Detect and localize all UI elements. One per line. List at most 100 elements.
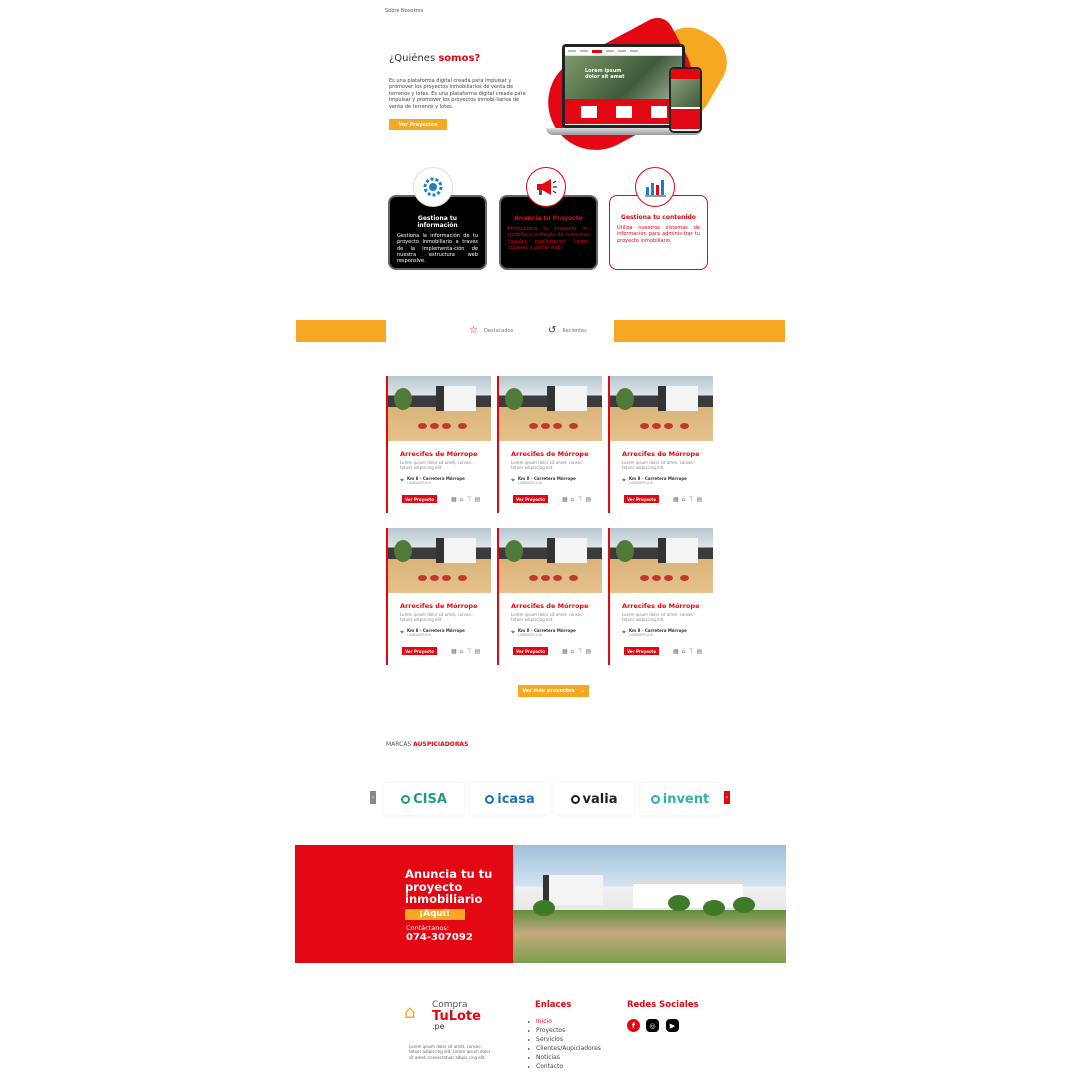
sponsor-mark-icon xyxy=(650,794,660,804)
youtube-icon[interactable]: ▶ xyxy=(666,1019,679,1032)
breadcrumb[interactable]: Sobre Nosotros xyxy=(385,8,423,14)
project-image xyxy=(388,528,491,593)
view-project-button[interactable]: Ver Proyecto xyxy=(624,495,659,503)
cta-contact-label: Contáctanos: xyxy=(406,924,449,932)
feature-title: Gestiona tu información xyxy=(417,215,458,229)
project-image xyxy=(610,376,713,441)
footer-logo[interactable]: ⌂ Compra TuLote .pe xyxy=(404,1000,494,1034)
amenities-icons: ▦⌂⊤▤ xyxy=(450,647,484,655)
footer-link-servicios[interactable]: Servicios xyxy=(528,1035,601,1044)
tab-recent[interactable]: ↺ Recientes xyxy=(548,325,587,336)
tab-bar-decoration-right xyxy=(614,320,785,342)
footer-link-contacto[interactable]: Contacto xyxy=(528,1062,601,1071)
cta-here-badge[interactable]: ¡Aquí! xyxy=(405,909,465,920)
project-title: Arrecifes de Mórrope xyxy=(622,602,700,610)
project-title: Arrecifes de Mórrope xyxy=(511,450,589,458)
project-image xyxy=(610,528,713,593)
view-projects-button[interactable]: Ver Proyectos xyxy=(389,119,447,130)
project-title: Arrecifes de Mórrope xyxy=(511,602,589,610)
instagram-icon[interactable]: ◎ xyxy=(646,1019,659,1032)
more-projects-label: Ver más proyectos xyxy=(522,688,575,694)
project-region: LAMBAYEQUE xyxy=(517,481,542,485)
project-card[interactable]: Arrecifes de Mórrope Lorem ipsum dolor si… xyxy=(608,376,713,513)
more-projects-button[interactable]: Ver más proyectos ⌄ xyxy=(518,685,589,697)
sponsor-mark-icon xyxy=(570,794,580,804)
sponsor-logo-valia[interactable]: valia xyxy=(554,783,634,815)
about-title: ¿Quiénes somos? xyxy=(389,53,481,64)
project-region: LAMBAYEQUE xyxy=(406,633,431,637)
project-region: LAMBAYEQUE xyxy=(628,633,653,637)
project-card[interactable]: Arrecifes de Mórrope Lorem ipsum dolor si… xyxy=(608,528,713,665)
view-project-button[interactable]: Ver Proyecto xyxy=(513,647,548,655)
tab-featured-label: Destacados xyxy=(483,327,514,334)
gear-search-icon xyxy=(413,167,453,207)
footer-social-title: Redes Sociales xyxy=(627,1000,699,1010)
tab-featured[interactable]: ☆ Destacados xyxy=(469,325,513,336)
feature-title: Anuncia tu Proyecto xyxy=(514,215,583,222)
view-project-button[interactable]: Ver Proyecto xyxy=(402,647,437,655)
sponsors-title: MARCAS AUSPICIADORAS xyxy=(386,741,469,748)
laptop-mockup: Lorem ipsum dolor sit amet xyxy=(562,44,685,128)
location-pin-icon: ⌖ xyxy=(400,476,404,484)
carousel-prev-arrow[interactable]: ‹ xyxy=(370,791,376,804)
cta-title: Anuncia tu tu proyecto inmobiliario xyxy=(405,867,493,906)
project-image xyxy=(388,376,491,441)
amenities-icons: ▦⌂⊤▤ xyxy=(672,495,706,503)
amenities-icons: ▦⌂⊤▤ xyxy=(561,495,595,503)
history-icon: ↺ xyxy=(548,325,557,336)
amenities-icons: ▦⌂⊤▤ xyxy=(561,647,595,655)
location-pin-icon: ⌖ xyxy=(400,628,404,636)
cta-phone[interactable]: 074-307092 xyxy=(406,932,473,943)
project-card[interactable]: Arrecifes de Mórrope Lorem ipsum dolor si… xyxy=(386,376,491,513)
view-project-button[interactable]: Ver Proyecto xyxy=(624,647,659,655)
sponsor-mark-icon xyxy=(485,794,495,804)
location-pin-icon: ⌖ xyxy=(511,628,515,636)
carousel-next-arrow[interactable]: › xyxy=(724,791,730,804)
chevron-down-icon: ⌄ xyxy=(580,688,585,694)
location-pin-icon: ⌖ xyxy=(622,476,626,484)
feature-text: Gestiona la información de tu proyecto i… xyxy=(397,233,478,265)
sponsor-name: valia xyxy=(582,791,618,807)
megaphone-icon xyxy=(526,167,566,207)
project-region: LAMBAYEQUE xyxy=(517,633,542,637)
amenities-icons: ▦⌂⊤▤ xyxy=(672,647,706,655)
location-pin-icon: ⌖ xyxy=(622,628,626,636)
footer-link-inicio[interactable]: Inicio xyxy=(528,1017,601,1026)
view-project-button[interactable]: Ver Proyecto xyxy=(402,495,437,503)
footer-link-noticias[interactable]: Noticias xyxy=(528,1053,601,1062)
project-description: Lorem ipsum dolor sit amet, consec-tetue… xyxy=(511,460,585,470)
star-icon: ☆ xyxy=(469,325,478,336)
sponsor-name: invent xyxy=(662,791,710,807)
project-card[interactable]: Arrecifes de Mórrope Lorem ipsum dolor si… xyxy=(386,528,491,665)
tab-bar-decoration-left xyxy=(296,320,386,342)
house-cursor-icon: ⌂ xyxy=(404,1002,416,1023)
project-title: Arrecifes de Mórrope xyxy=(400,450,478,458)
project-description: Lorem ipsum dolor sit amet, consec-tetue… xyxy=(511,612,585,622)
footer-link-proyectos[interactable]: Proyectos xyxy=(528,1026,601,1035)
project-title: Arrecifes de Mórrope xyxy=(622,450,700,458)
sponsor-name: icasa xyxy=(497,791,535,807)
tab-recent-label: Recientes xyxy=(562,327,587,334)
project-region: LAMBAYEQUE xyxy=(628,481,653,485)
sponsor-logo-invent[interactable]: invent xyxy=(640,783,720,815)
mockup-headline: Lorem ipsum dolor sit amet xyxy=(585,68,625,80)
sponsor-mark-icon xyxy=(401,794,411,804)
cta-banner-image xyxy=(513,845,786,963)
amenities-icons: ▦⌂⊤▤ xyxy=(450,495,484,503)
sponsor-logo-cisa[interactable]: CISA xyxy=(384,783,464,815)
footer-about: Lorem ipsum dolor sit amet, consec-tetue… xyxy=(409,1044,491,1060)
view-project-button[interactable]: Ver Proyecto xyxy=(513,495,548,503)
sponsor-logo-icasa[interactable]: icasa xyxy=(470,783,550,815)
project-title: Arrecifes de Mórrope xyxy=(400,602,478,610)
footer-link-clientes[interactable]: Clientes/Aupiciadores xyxy=(528,1044,601,1053)
feature-title: Gestiona tu contenido xyxy=(621,214,696,221)
project-image xyxy=(499,528,602,593)
footer-links-title: Enlaces xyxy=(535,1000,572,1010)
project-region: LAMBAYEQUE xyxy=(406,481,431,485)
project-card[interactable]: Arrecifes de Mórrope Lorem ipsum dolor si… xyxy=(497,376,602,513)
project-card[interactable]: Arrecifes de Mórrope Lorem ipsum dolor si… xyxy=(497,528,602,665)
project-description: Lorem ipsum dolor sit amet, consec-tetue… xyxy=(400,612,474,622)
facebook-icon[interactable]: f xyxy=(627,1019,640,1032)
feature-text: Promociona tu proyecto in-mobiliario a t… xyxy=(508,226,589,251)
logo-text-3: .pe xyxy=(432,1022,445,1031)
